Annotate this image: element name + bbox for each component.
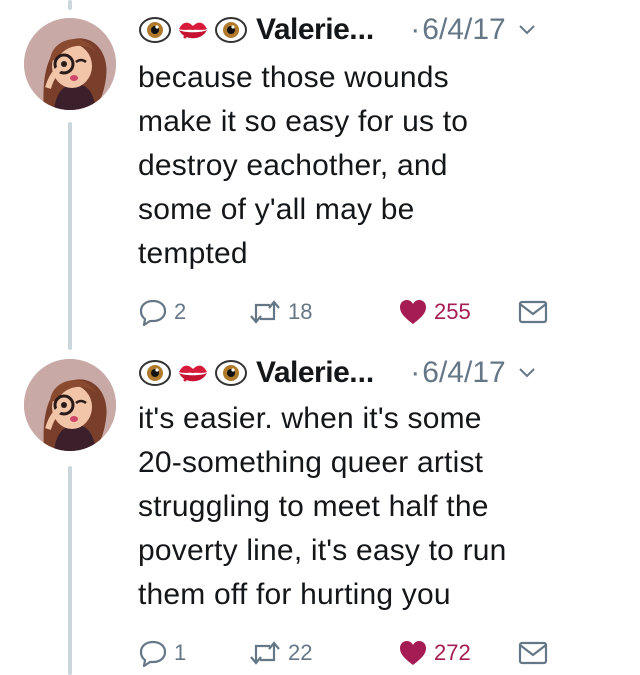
separator-dot: · — [410, 356, 421, 389]
like-count: 255 — [434, 299, 471, 324]
author-name-ellipsis: ... — [349, 356, 375, 389]
tweet-header: Valerie... · 6/4/17 — [138, 8, 626, 52]
tweet[interactable]: Valerie... · 6/4/17 it's easier. when it… — [0, 345, 640, 675]
message-icon — [518, 300, 548, 324]
reply-icon — [139, 299, 167, 326]
heart-icon — [400, 300, 426, 324]
tweet-actions: 2 18 255 — [138, 294, 548, 330]
heart-icon — [400, 641, 426, 665]
avatar[interactable] — [24, 359, 116, 451]
tweet-text: it's easier. when it's some 20-something… — [138, 402, 507, 611]
reply-icon — [139, 640, 167, 667]
retweet-count: 18 — [288, 299, 313, 324]
reply-button[interactable]: 2 — [138, 298, 248, 326]
tweet[interactable]: Valerie... · 6/4/17 because those wounds… — [0, 0, 640, 345]
author-name-ellipsis: ... — [349, 13, 375, 46]
chevron-down-icon[interactable] — [518, 367, 536, 379]
eye-emoji-icon — [215, 360, 247, 386]
like-count: 272 — [434, 640, 471, 665]
reply-count: 2 — [174, 299, 187, 324]
eye-emoji-icon — [215, 17, 247, 43]
reply-button[interactable]: 1 — [138, 639, 248, 667]
like-button[interactable]: 255 — [398, 298, 518, 326]
eye-emoji-icon — [139, 360, 171, 386]
retweet-button[interactable]: 22 — [248, 639, 398, 667]
chevron-down-icon[interactable] — [518, 24, 536, 36]
tweet-text: because those wounds make it so easy for… — [138, 61, 469, 270]
tweet-header: Valerie... · 6/4/17 — [138, 351, 626, 395]
tweet-date[interactable]: 6/4/17 — [422, 13, 505, 47]
separator-dot: · — [410, 13, 421, 46]
author-name[interactable]: Valerie — [256, 13, 350, 47]
direct-message-button[interactable] — [518, 641, 548, 665]
reply-count: 1 — [174, 640, 187, 665]
eye-emoji-icon — [139, 17, 171, 43]
like-button[interactable]: 272 — [398, 639, 518, 667]
direct-message-button[interactable] — [518, 300, 548, 324]
message-icon — [518, 641, 548, 665]
avatar[interactable] — [24, 18, 116, 110]
retweet-count: 22 — [288, 640, 313, 665]
tweet-actions: 1 22 272 — [138, 635, 548, 671]
kiss-lips-emoji-icon — [179, 22, 207, 39]
author-name[interactable]: Valerie — [256, 356, 350, 390]
retweet-button[interactable]: 18 — [248, 298, 398, 326]
kiss-lips-emoji-icon — [179, 365, 207, 382]
tweet-date[interactable]: 6/4/17 — [422, 356, 505, 390]
retweet-icon — [250, 641, 280, 665]
retweet-icon — [250, 300, 280, 324]
